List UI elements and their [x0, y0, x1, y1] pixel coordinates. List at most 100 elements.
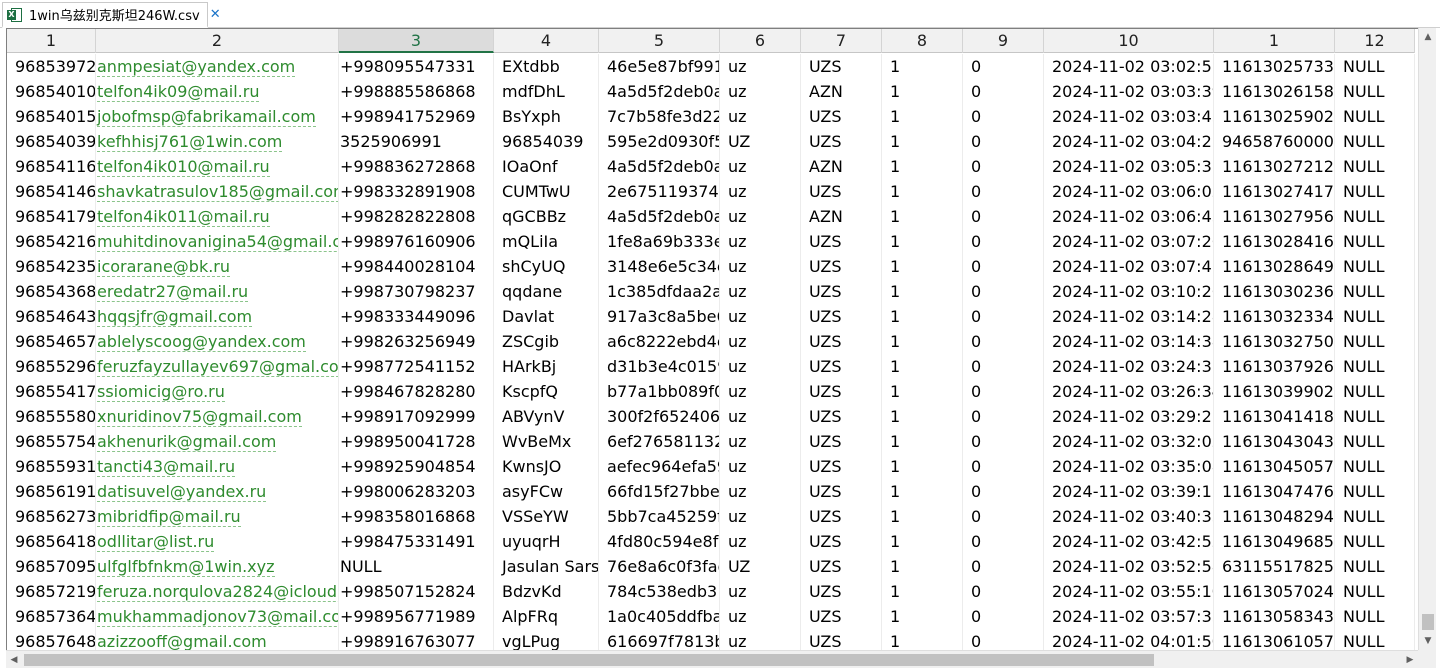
- cell-col-8[interactable]: 1: [882, 329, 963, 354]
- cell-col-5[interactable]: 4a5d5f2deb0a9: [599, 204, 720, 229]
- cell-col-7[interactable]: AZN: [801, 154, 882, 179]
- cell-col-9[interactable]: 0: [963, 129, 1044, 154]
- email-link[interactable]: ulfglfbfnkm@1win.xyz: [97, 557, 275, 577]
- cell-col-12[interactable]: NULL: [1335, 604, 1415, 629]
- cell-col-7[interactable]: UZS: [801, 254, 882, 279]
- cell-col-11[interactable]: 1161304747648: [1214, 479, 1335, 504]
- tab-csv-file[interactable]: X 1win乌兹别克斯坦246W.csv ✕: [2, 2, 221, 28]
- cell-col-12[interactable]: NULL: [1335, 579, 1415, 604]
- email-link[interactable]: jobofmsp@fabrikamail.com: [97, 107, 316, 127]
- cell-col-6[interactable]: UZ: [720, 129, 801, 154]
- cell-col-12[interactable]: NULL: [1335, 229, 1415, 254]
- cell-col-11[interactable]: 1161302590255: [1214, 104, 1335, 129]
- cell-col-2[interactable]: azizzooff@gmail.com: [96, 629, 339, 650]
- cell-col-7[interactable]: UZS: [801, 379, 882, 404]
- cell-col-8[interactable]: 1: [882, 254, 963, 279]
- cell-col-12[interactable]: NULL: [1335, 129, 1415, 154]
- cell-col-1[interactable]: 96854216: [7, 229, 96, 254]
- cell-col-8[interactable]: 1: [882, 154, 963, 179]
- cell-col-6[interactable]: UZ: [720, 554, 801, 579]
- cell-col-1[interactable]: 96854015: [7, 104, 96, 129]
- cell-col-1[interactable]: 96854039: [7, 129, 96, 154]
- cell-col-12[interactable]: NULL: [1335, 154, 1415, 179]
- email-link[interactable]: ablelyscoog@yandex.com: [97, 332, 306, 352]
- cell-col-10[interactable]: 2024-11-02 03:26:34: [1044, 379, 1214, 404]
- cell-col-4[interactable]: qGCBBz: [494, 204, 599, 229]
- cell-col-11[interactable]: 1161302741778: [1214, 179, 1335, 204]
- cell-col-12[interactable]: NULL: [1335, 529, 1415, 554]
- cell-col-5[interactable]: 300f2f6524068: [599, 404, 720, 429]
- email-link[interactable]: anmpesiat@yandex.com: [97, 57, 296, 77]
- cell-col-12[interactable]: NULL: [1335, 254, 1415, 279]
- cell-col-1[interactable]: 96854010: [7, 79, 96, 104]
- cell-col-12[interactable]: NULL: [1335, 404, 1415, 429]
- cell-col-3[interactable]: +998440028104: [339, 254, 494, 279]
- cell-col-11[interactable]: 1161303275094: [1214, 329, 1335, 354]
- cell-col-1[interactable]: 96853972: [7, 54, 96, 79]
- cell-col-7[interactable]: UZS: [801, 104, 882, 129]
- cell-col-5[interactable]: 66fd15f27bbe9: [599, 479, 720, 504]
- cell-col-9[interactable]: 0: [963, 154, 1044, 179]
- column-header-10[interactable]: 10: [1044, 29, 1214, 53]
- email-link[interactable]: muhitdinovanigina54@gmail.com: [97, 232, 338, 252]
- cell-col-2[interactable]: odllitar@list.ru: [96, 529, 339, 554]
- cell-col-4[interactable]: ZSCgib: [494, 329, 599, 354]
- cell-col-2[interactable]: ssiomicig@ro.ru: [96, 379, 339, 404]
- cell-col-7[interactable]: UZS: [801, 404, 882, 429]
- cell-col-1[interactable]: 96855580: [7, 404, 96, 429]
- cell-col-12[interactable]: NULL: [1335, 554, 1415, 579]
- cell-col-5[interactable]: 1c385dfdaa2ac: [599, 279, 720, 304]
- cell-col-3[interactable]: NULL: [339, 554, 494, 579]
- cell-col-8[interactable]: 1: [882, 279, 963, 304]
- cell-col-10[interactable]: 2024-11-02 03:06:43: [1044, 204, 1214, 229]
- cell-col-7[interactable]: UZS: [801, 554, 882, 579]
- cell-col-8[interactable]: 1: [882, 604, 963, 629]
- cell-col-11[interactable]: 631155178253: [1214, 554, 1335, 579]
- cell-col-7[interactable]: UZS: [801, 229, 882, 254]
- cell-col-9[interactable]: 0: [963, 379, 1044, 404]
- email-link[interactable]: feruza.norqulova2824@icloud.com: [97, 582, 338, 602]
- cell-col-6[interactable]: uz: [720, 229, 801, 254]
- cell-col-5[interactable]: 4a5d5f2deb0a9: [599, 154, 720, 179]
- cell-col-1[interactable]: 96857648: [7, 629, 96, 650]
- cell-col-10[interactable]: 2024-11-02 03:02:57: [1044, 54, 1214, 79]
- cell-col-11[interactable]: 1161304968506: [1214, 529, 1335, 554]
- cell-col-2[interactable]: datisuvel@yandex.ru: [96, 479, 339, 504]
- cell-col-7[interactable]: AZN: [801, 79, 882, 104]
- cell-col-6[interactable]: uz: [720, 404, 801, 429]
- cell-col-5[interactable]: d31b3e4c0159f: [599, 354, 720, 379]
- cell-col-6[interactable]: uz: [720, 454, 801, 479]
- cell-col-12[interactable]: NULL: [1335, 504, 1415, 529]
- cell-col-6[interactable]: uz: [720, 104, 801, 129]
- cell-col-12[interactable]: NULL: [1335, 454, 1415, 479]
- email-link[interactable]: akhenurik@gmail.com: [97, 432, 277, 452]
- column-header-6[interactable]: 6: [720, 29, 801, 53]
- cell-col-9[interactable]: 0: [963, 79, 1044, 104]
- cell-col-2[interactable]: feruzfayzullayev697@gmal.com: [96, 354, 339, 379]
- cell-col-7[interactable]: UZS: [801, 579, 882, 604]
- cell-col-4[interactable]: BdzvKd: [494, 579, 599, 604]
- email-link[interactable]: tancti43@mail.ru: [97, 457, 236, 477]
- cell-col-5[interactable]: 917a3c8a5be60: [599, 304, 720, 329]
- cell-col-11[interactable]: 1161303023663: [1214, 279, 1335, 304]
- cell-col-2[interactable]: anmpesiat@yandex.com: [96, 54, 339, 79]
- cell-col-6[interactable]: uz: [720, 304, 801, 329]
- cell-col-4[interactable]: IOaOnf: [494, 154, 599, 179]
- cell-col-5[interactable]: 784c538edb311: [599, 579, 720, 604]
- cell-col-7[interactable]: UZS: [801, 54, 882, 79]
- cell-col-12[interactable]: NULL: [1335, 304, 1415, 329]
- email-link[interactable]: hqqsjfr@gmail.com: [97, 307, 253, 327]
- column-header-4[interactable]: 4: [494, 29, 599, 53]
- cell-col-9[interactable]: 0: [963, 204, 1044, 229]
- cell-col-11[interactable]: 1161306105767: [1214, 629, 1335, 650]
- cell-col-3[interactable]: +998358016868: [339, 504, 494, 529]
- cell-col-11[interactable]: 1161302795602: [1214, 204, 1335, 229]
- cell-col-8[interactable]: 1: [882, 504, 963, 529]
- cell-col-5[interactable]: b77a1bb089f04: [599, 379, 720, 404]
- cell-col-8[interactable]: 1: [882, 229, 963, 254]
- cell-col-10[interactable]: 2024-11-02 03:14:38: [1044, 329, 1214, 354]
- cell-col-7[interactable]: UZS: [801, 454, 882, 479]
- cell-col-9[interactable]: 0: [963, 404, 1044, 429]
- cell-col-3[interactable]: +998925904854: [339, 454, 494, 479]
- email-link[interactable]: azizzooff@gmail.com: [97, 632, 267, 650]
